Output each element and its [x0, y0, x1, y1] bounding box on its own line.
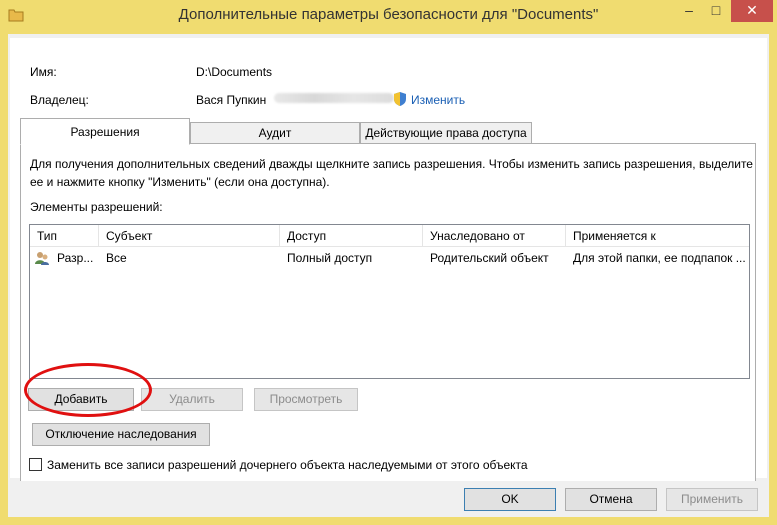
- users-icon: [35, 252, 49, 265]
- column-principal[interactable]: Субъект: [99, 225, 280, 247]
- uac-shield-icon: [394, 92, 406, 106]
- close-button[interactable]: ✕: [731, 0, 773, 22]
- cell-type: Разр...: [57, 251, 94, 265]
- tab-audit[interactable]: Аудит: [190, 122, 360, 144]
- maximize-button[interactable]: □: [703, 0, 729, 22]
- column-applies-to[interactable]: Применяется к: [566, 225, 749, 247]
- dialog-client-area: Имя: D:\Documents Владелец: Вася Пупкин …: [8, 34, 769, 517]
- title-bar[interactable]: Дополнительные параметры безопасности дл…: [0, 0, 777, 33]
- minimize-button[interactable]: –: [676, 0, 702, 22]
- tab-permissions[interactable]: Разрешения: [20, 118, 190, 145]
- tab-effective-access[interactable]: Действующие права доступа: [360, 122, 532, 144]
- cancel-button[interactable]: Отмена: [565, 488, 657, 511]
- disable-inheritance-button[interactable]: Отключение наследования: [32, 423, 210, 446]
- apply-button[interactable]: Применить: [666, 488, 758, 511]
- blurred-email: [274, 93, 394, 103]
- replace-child-permissions-checkbox[interactable]: [29, 458, 42, 471]
- table-row[interactable]: Разр... Все Полный доступ Родительский о…: [30, 248, 749, 268]
- column-type[interactable]: Тип: [30, 225, 99, 247]
- cell-access: Полный доступ: [287, 251, 373, 265]
- column-access[interactable]: Доступ: [280, 225, 423, 247]
- cell-principal: Все: [106, 251, 127, 265]
- list-header: Тип Субъект Доступ Унаследовано от Приме…: [30, 225, 749, 247]
- ok-button[interactable]: OK: [464, 488, 556, 511]
- owner-label: Владелец:: [30, 93, 89, 107]
- change-owner-link[interactable]: Изменить: [411, 93, 465, 107]
- remove-button[interactable]: Удалить: [141, 388, 243, 411]
- description-line-2: ее и нажмите кнопку "Изменить" (если она…: [30, 175, 330, 189]
- description-line-1: Для получения дополнительных сведений дв…: [30, 157, 753, 171]
- column-inherited-from[interactable]: Унаследовано от: [423, 225, 566, 247]
- add-button[interactable]: Добавить: [28, 388, 134, 411]
- owner-value: Вася Пупкин: [196, 93, 267, 107]
- main-panel: Имя: D:\Documents Владелец: Вася Пупкин …: [10, 38, 767, 481]
- cell-applies-to: Для этой папки, ее подпапок ...: [573, 251, 746, 265]
- name-value: D:\Documents: [196, 65, 273, 79]
- window-title: Дополнительные параметры безопасности дл…: [178, 6, 599, 23]
- entries-label: Элементы разрешений:: [30, 200, 163, 214]
- view-button[interactable]: Просмотреть: [254, 388, 358, 411]
- replace-child-permissions-label[interactable]: Заменить все записи разрешений дочернего…: [47, 458, 528, 472]
- permission-entries-list[interactable]: Тип Субъект Доступ Унаследовано от Приме…: [29, 224, 750, 379]
- security-settings-window: Дополнительные параметры безопасности дл…: [0, 0, 777, 525]
- cell-inherited-from: Родительский объект: [430, 251, 549, 265]
- name-label: Имя:: [30, 65, 57, 79]
